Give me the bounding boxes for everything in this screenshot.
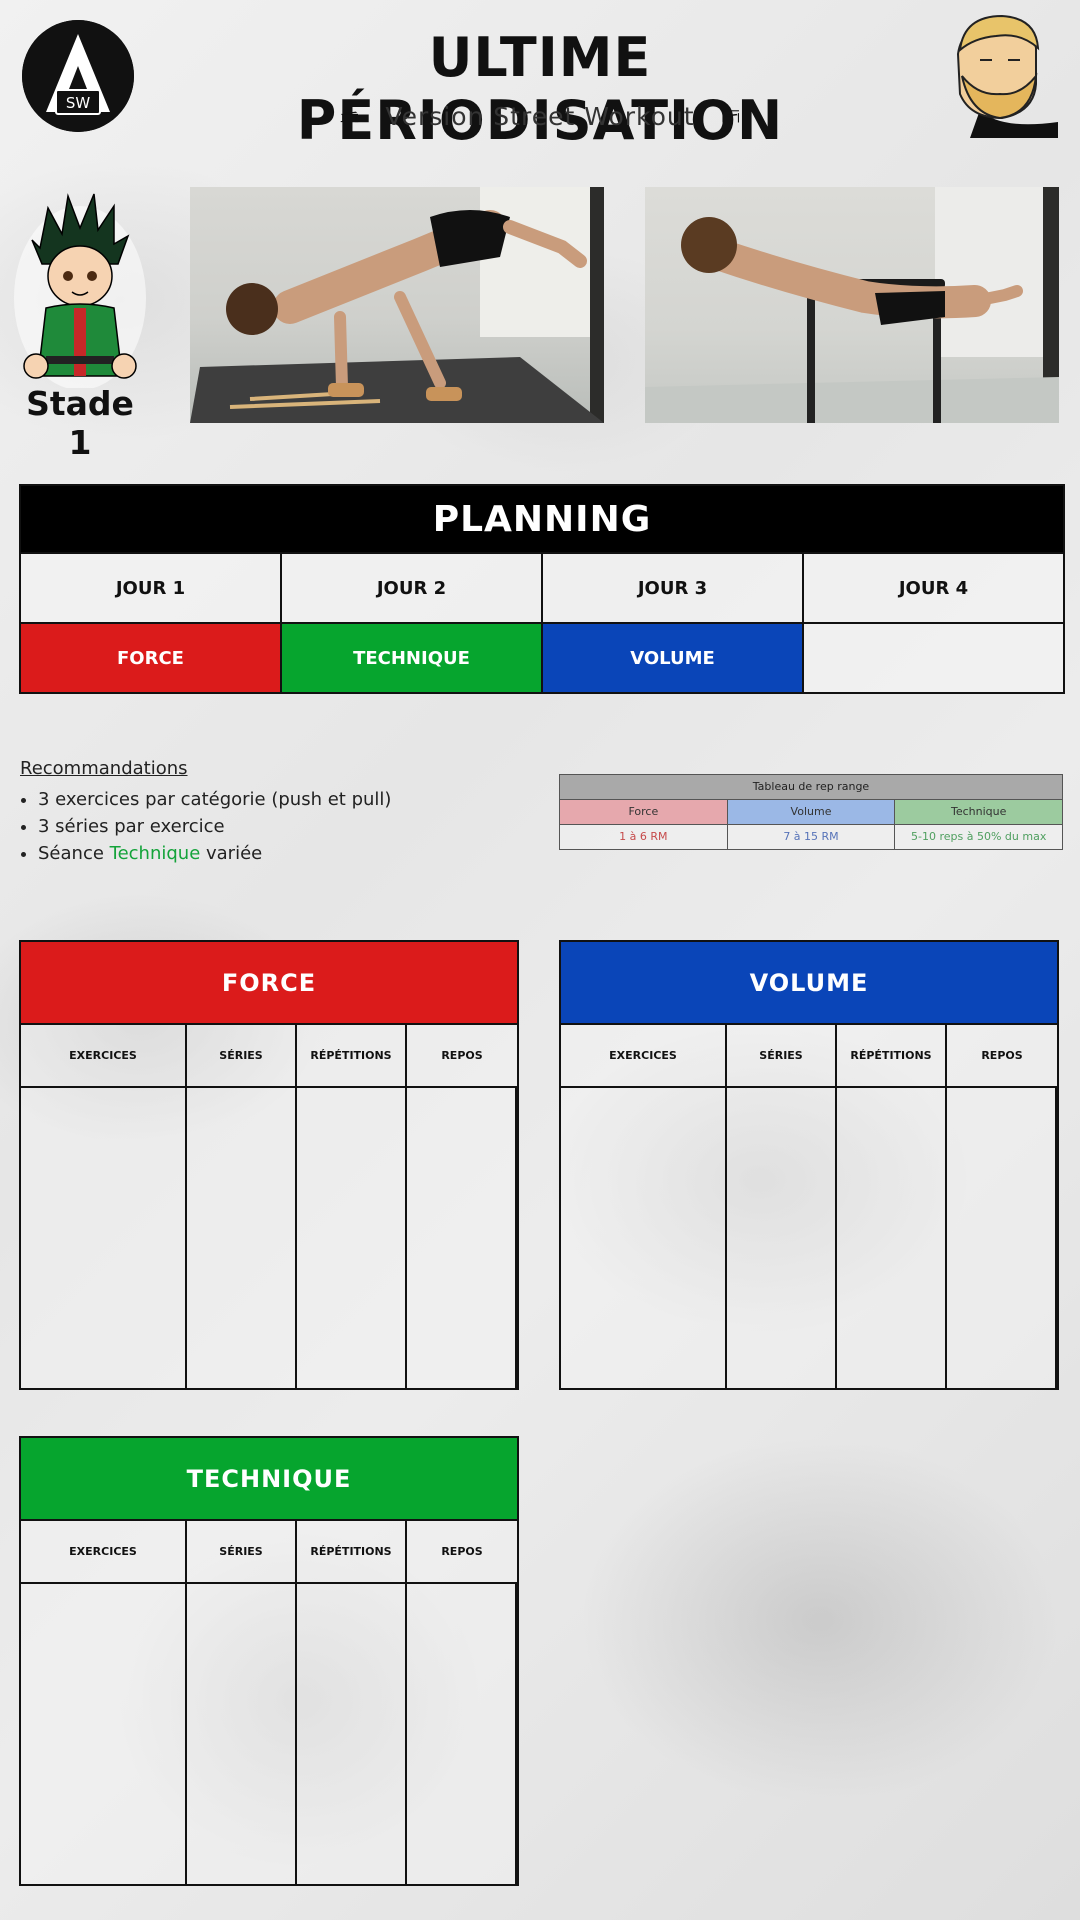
recommendation-item: Séance Technique variée — [38, 843, 540, 864]
planning-sessions-row: FORCE TECHNIQUE VOLUME — [21, 622, 1063, 692]
series-cell[interactable] — [187, 1088, 297, 1388]
anime-character-image — [10, 188, 150, 390]
rep-value-technique: 5-10 reps à 50% du max — [895, 825, 1063, 849]
series-cell[interactable] — [727, 1088, 837, 1388]
logo-text: SW — [66, 94, 91, 112]
exercices-cell[interactable] — [21, 1088, 187, 1388]
volume-table-grid: EXERCICES SÉRIES RÉPÉTITIONS REPOS — [561, 1025, 1057, 1388]
planning-title: PLANNING — [21, 486, 1063, 552]
planche-athlete-icon — [190, 187, 604, 423]
repetitions-cell[interactable] — [837, 1088, 947, 1388]
technique-table-title: TECHNIQUE — [21, 1438, 517, 1521]
rep-value-force: 1 à 6 RM — [560, 825, 728, 849]
stage-label: Stade 1 — [26, 384, 134, 462]
rep-header-volume: Volume — [727, 800, 896, 824]
subtitle: Version Street Workout — [385, 101, 695, 131]
rep-range-header-row: Force Volume Technique — [560, 800, 1063, 824]
chad-face-icon — [956, 14, 1058, 138]
recommendation-highlight: Technique — [109, 843, 201, 864]
session-volume: VOLUME — [543, 624, 804, 692]
col-exercices: EXERCICES — [21, 1521, 187, 1584]
session-technique: TECHNIQUE — [282, 624, 543, 692]
technique-workout-table: TECHNIQUE EXERCICES SÉRIES RÉPÉTITIONS R… — [19, 1436, 519, 1886]
day-3: JOUR 3 — [543, 554, 804, 622]
rep-range-table: Tableau de rep range Force Volume Techni… — [559, 774, 1063, 850]
parallettes-icon — [340, 111, 359, 123]
col-repos: REPOS — [947, 1025, 1057, 1088]
recommendations-title: Recommandations — [20, 758, 188, 779]
recommendation-item: 3 exercices par catégorie (push et pull) — [38, 789, 540, 810]
recommendation-prefix: Séance — [38, 843, 110, 864]
col-exercices: EXERCICES — [21, 1025, 187, 1088]
repos-cell[interactable] — [947, 1088, 1057, 1388]
recommendations-list: 3 exercices par catégorie (push et pull)… — [20, 789, 540, 864]
force-table-grid: EXERCICES SÉRIES RÉPÉTITIONS REPOS — [21, 1025, 517, 1388]
planning-days-row: JOUR 1 JOUR 2 JOUR 3 JOUR 4 — [21, 552, 1063, 622]
rep-range-value-row: 1 à 6 RM 7 à 15 RM 5-10 reps à 50% du ma… — [560, 824, 1063, 849]
exercices-cell[interactable] — [21, 1584, 187, 1884]
col-repos: REPOS — [407, 1521, 517, 1584]
day-1: JOUR 1 — [21, 554, 282, 622]
col-repetitions: RÉPÉTITIONS — [837, 1025, 947, 1088]
rep-value-volume: 7 à 15 RM — [727, 825, 896, 849]
repos-cell[interactable] — [407, 1088, 517, 1388]
bar-icon — [722, 110, 739, 123]
col-repetitions: RÉPÉTITIONS — [297, 1025, 407, 1088]
planning-table: PLANNING JOUR 1 JOUR 2 JOUR 3 JOUR 4 FOR… — [19, 484, 1065, 694]
sw-logo: SW — [22, 20, 134, 132]
planche-photo — [190, 187, 604, 423]
volume-workout-table: VOLUME EXERCICES SÉRIES RÉPÉTITIONS REPO… — [559, 940, 1059, 1390]
repos-cell[interactable] — [407, 1584, 517, 1884]
force-workout-table: FORCE EXERCICES SÉRIES RÉPÉTITIONS REPOS — [19, 940, 519, 1390]
recommendation-item: 3 séries par exercice — [38, 816, 540, 837]
exercices-cell[interactable] — [561, 1088, 727, 1388]
recommendations: Recommandations 3 exercices par catégori… — [20, 758, 540, 870]
bearded-man-avatar — [940, 14, 1058, 138]
rep-header-force: Force — [560, 800, 728, 824]
repetitions-cell[interactable] — [297, 1088, 407, 1388]
col-series: SÉRIES — [187, 1025, 297, 1088]
back-lever-photo — [645, 187, 1059, 423]
rep-range-title: Tableau de rep range — [560, 775, 1062, 800]
rep-header-technique: Technique — [895, 800, 1063, 824]
technique-table-grid: EXERCICES SÉRIES RÉPÉTITIONS REPOS — [21, 1521, 517, 1884]
recommendation-suffix: variée — [200, 843, 263, 864]
subtitle-row: Version Street Workout — [340, 96, 740, 136]
series-cell[interactable] — [187, 1584, 297, 1884]
back-lever-athlete-icon — [645, 187, 1059, 423]
col-repetitions: RÉPÉTITIONS — [297, 1521, 407, 1584]
session-force: FORCE — [21, 624, 282, 692]
repetitions-cell[interactable] — [297, 1584, 407, 1884]
col-series: SÉRIES — [727, 1025, 837, 1088]
col-exercices: EXERCICES — [561, 1025, 727, 1088]
force-table-title: FORCE — [21, 942, 517, 1025]
col-series: SÉRIES — [187, 1521, 297, 1584]
logo-a-icon: SW — [22, 20, 134, 132]
col-repos: REPOS — [407, 1025, 517, 1088]
character-icon — [14, 193, 146, 390]
day-2: JOUR 2 — [282, 554, 543, 622]
session-empty — [804, 624, 1063, 692]
volume-table-title: VOLUME — [561, 942, 1057, 1025]
day-4: JOUR 4 — [898, 577, 969, 599]
